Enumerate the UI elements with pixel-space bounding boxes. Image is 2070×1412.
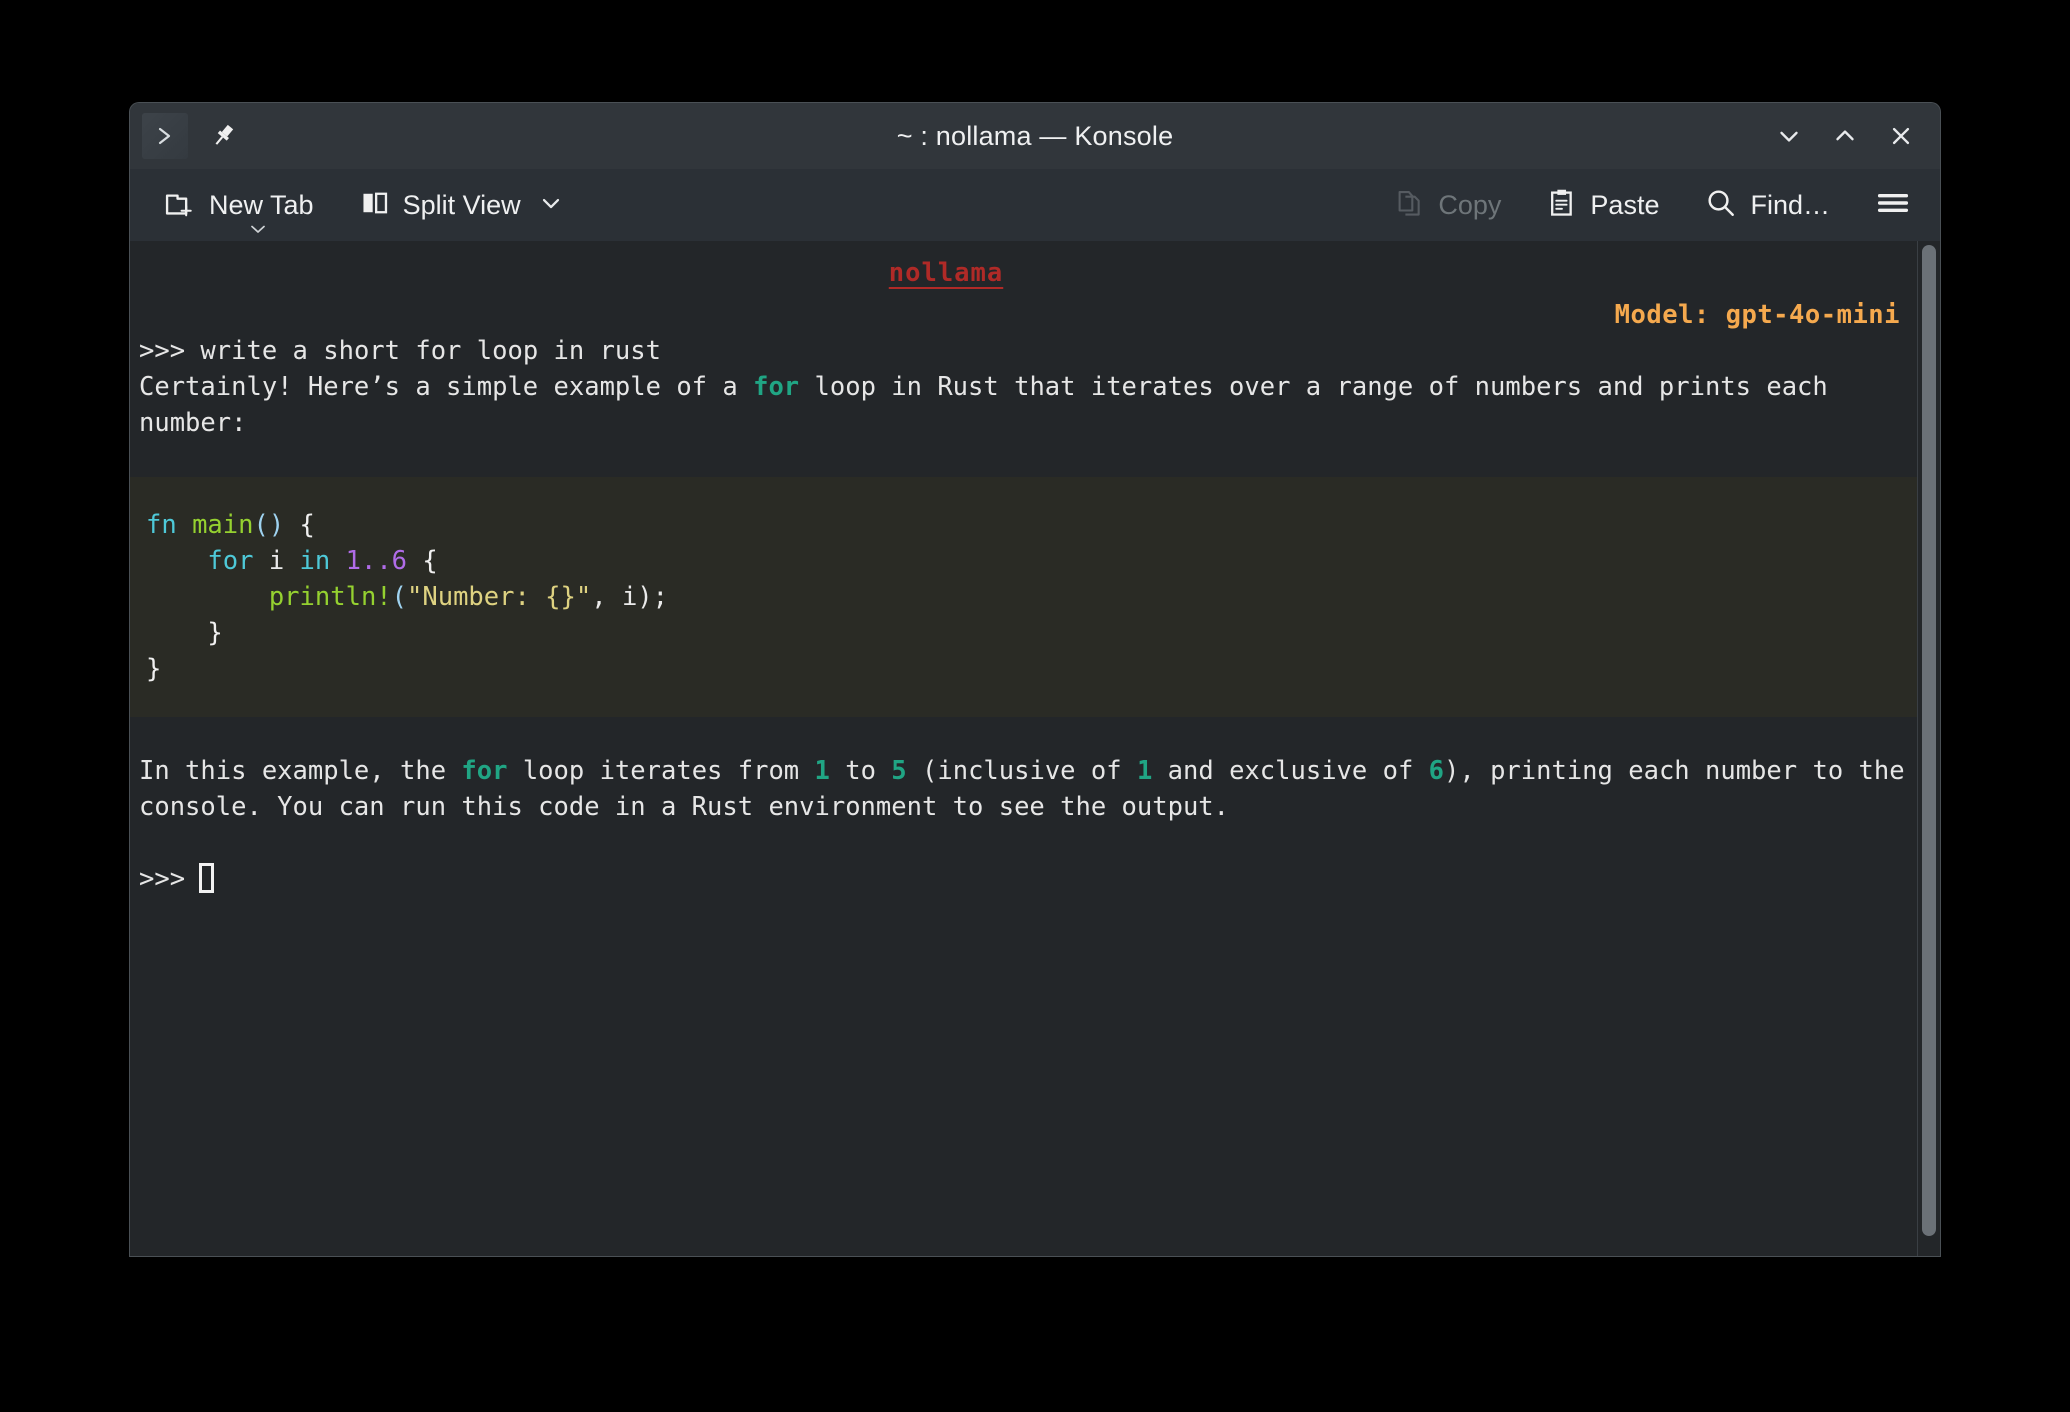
terminal-content: nollama Model: gpt-4o-mini >>> write a s…: [130, 241, 1918, 1256]
chevron-down-icon: [537, 189, 565, 222]
rust-code-block: fn main() { for i in 1..6 { println!("Nu…: [130, 477, 1918, 717]
paste-label: Paste: [1590, 189, 1660, 220]
window-title: ~ : nollama — Konsole: [896, 120, 1174, 151]
code-brace-close-2: }: [146, 654, 162, 684]
code-macro-println: println!: [268, 582, 392, 612]
code-indent-3: [146, 582, 269, 612]
hamburger-menu-icon: [1876, 188, 1910, 223]
title-bar: ~ : nollama — Konsole: [130, 103, 1940, 169]
close-button[interactable]: [1880, 115, 1922, 157]
active-prompt-symbol: >>>: [139, 864, 186, 894]
konsole-window: ~ : nollama — Konsole New Tab Split View…: [130, 103, 1940, 1256]
outro-part-5: and exclusive of: [1152, 756, 1429, 786]
outro-inline-code-1: 1: [814, 756, 830, 786]
copy-button[interactable]: Copy: [1387, 182, 1509, 229]
new-tab-label: New Tab: [209, 189, 314, 220]
terminal-prompt-icon[interactable]: [142, 113, 188, 159]
active-prompt-line[interactable]: >>>: [130, 861, 1918, 897]
code-range-literal: 1..6: [330, 546, 408, 576]
outro-part-1: In this example, the: [139, 756, 462, 786]
outro-inline-code-for: for: [461, 756, 508, 786]
minimize-button[interactable]: [1768, 115, 1810, 157]
code-semicolon: ;: [652, 582, 669, 612]
assistant-intro-paragraph: Certainly! Here’s a simple example of a …: [130, 369, 1918, 441]
code-brace-open-2: {: [407, 546, 438, 576]
code-parens-1: (): [253, 510, 285, 540]
outro-part-4: (inclusive of: [906, 756, 1137, 786]
outro-inline-code-1b: 1: [1136, 756, 1153, 786]
code-brace-close-1: }: [146, 618, 223, 648]
code-function-main: main: [176, 510, 254, 540]
pin-icon[interactable]: [206, 119, 240, 153]
toolbar: New Tab Split View Copy Paste Find…: [130, 169, 1940, 241]
code-macro-args: , i): [591, 582, 653, 612]
code-brace-open-1: {: [284, 510, 315, 540]
find-button[interactable]: Find…: [1697, 181, 1838, 230]
code-paren-open-3: (: [391, 582, 408, 612]
search-icon: [1705, 187, 1737, 224]
user-command-text: write a short for loop in rust: [200, 336, 661, 366]
outro-part-2: loop iterates from: [507, 756, 815, 786]
new-tab-button[interactable]: New Tab: [156, 181, 322, 233]
scrollbar-thumb[interactable]: [1922, 245, 1936, 1236]
intro-inline-code-for: for: [753, 372, 800, 402]
outro-inline-code-5: 5: [891, 756, 907, 786]
code-indent-2: [146, 546, 207, 576]
assistant-outro-paragraph: In this example, the for loop iterates f…: [130, 753, 1918, 825]
code-keyword-for: for: [207, 546, 254, 576]
chevron-down-small-icon[interactable]: [249, 222, 267, 240]
clipboard-paste-icon: [1547, 188, 1577, 223]
split-view-label: Split View: [402, 189, 521, 220]
user-command-line: >>> write a short for loop in rust: [130, 333, 1918, 369]
vertical-scrollbar[interactable]: [1917, 241, 1940, 1256]
nollama-banner-text: nollama: [888, 258, 1004, 288]
terminal-output-area[interactable]: nollama Model: gpt-4o-mini >>> write a s…: [130, 241, 1940, 1256]
text-cursor: [199, 863, 215, 893]
intro-part-1: Certainly! Here’s a simple example of a: [139, 372, 754, 402]
code-var-i: i: [253, 546, 300, 576]
code-keyword-fn: fn: [146, 510, 177, 540]
code-string-literal: "Number: {}": [407, 582, 592, 612]
split-view-button[interactable]: Split View: [352, 182, 529, 229]
split-view-icon: [360, 188, 390, 223]
title-bar-left-controls: [130, 113, 240, 159]
paste-button[interactable]: Paste: [1539, 182, 1667, 229]
prompt-symbol: >>>: [139, 336, 186, 366]
model-status-line: Model: gpt-4o-mini: [1614, 300, 1900, 330]
nollama-banner: nollama: [130, 255, 1918, 291]
copy-label: Copy: [1438, 189, 1502, 220]
outro-part-3: to: [829, 756, 892, 786]
copy-icon: [1395, 188, 1425, 223]
code-keyword-in: in: [299, 546, 331, 576]
new-tab-icon: [164, 187, 196, 224]
split-view-dropdown[interactable]: [529, 183, 573, 228]
outro-inline-code-6: 6: [1428, 756, 1445, 786]
maximize-button[interactable]: [1824, 115, 1866, 157]
find-label: Find…: [1750, 189, 1830, 220]
window-controls: [1768, 115, 1940, 157]
hamburger-menu-button[interactable]: [1868, 182, 1918, 229]
